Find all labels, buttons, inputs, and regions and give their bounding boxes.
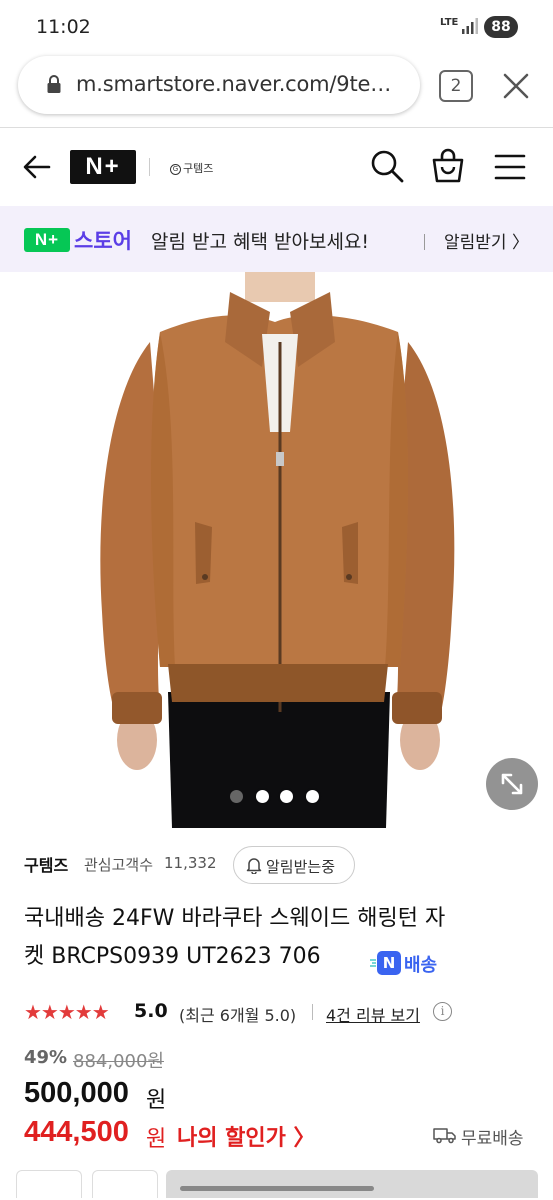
notification-toggle-button[interactable]: 알림받는중	[233, 846, 355, 884]
carousel-dot[interactable]	[280, 790, 293, 803]
battery-indicator: 88	[484, 16, 518, 38]
expand-icon	[501, 773, 523, 795]
search-icon[interactable]	[370, 149, 404, 183]
purchase-button[interactable]	[166, 1170, 538, 1198]
divider	[149, 158, 150, 176]
sale-price: 500,000	[24, 1077, 129, 1109]
badge-text: N+	[34, 230, 60, 249]
network-type: LTE	[440, 17, 459, 28]
bottom-action-button[interactable]	[92, 1170, 158, 1198]
brand-name: 구템즈	[183, 162, 214, 175]
speed-lines-icon	[370, 959, 376, 967]
notification-banner[interactable]: N+ 스토어 알림 받고 혜택 받아보세요! 알림받기 〉	[0, 206, 553, 272]
divider	[312, 1004, 313, 1020]
star-rating: ★★★★★	[24, 1000, 110, 1024]
recent-rating: (최근 6개월 5.0)	[179, 1006, 297, 1025]
address-bar[interactable]: m.smartstore.naver.com/9te…	[18, 56, 420, 114]
seller-name[interactable]: 구템즈	[24, 852, 68, 876]
shopping-bag-icon[interactable]	[431, 148, 465, 184]
status-bar: 11:02 LTE 88	[0, 0, 553, 56]
banner-message: 알림 받고 혜택 받아보세요!	[151, 231, 370, 253]
back-arrow-icon[interactable]	[22, 152, 52, 182]
naver-plus-logo[interactable]: N+	[70, 150, 136, 184]
url-text: m.smartstore.naver.com/9te…	[76, 72, 392, 96]
delivery-badge-label: 배송	[404, 955, 438, 976]
product-title-line: 국내배송 24FW 바라쿠타 스웨이드 해링턴 자	[24, 906, 446, 931]
carousel-dot[interactable]	[230, 790, 243, 803]
notification-toggle-label: 알림받는중	[266, 858, 336, 876]
truck-icon	[433, 1128, 456, 1144]
get-notifications-link[interactable]: 알림받기 〉	[444, 228, 529, 253]
discount-rate: 49%	[24, 1047, 68, 1068]
product-image-carousel[interactable]	[0, 272, 553, 828]
product-photo	[100, 272, 455, 828]
bell-icon	[246, 858, 262, 874]
product-title-line: 켓 BRCPS0939 UT2623 706	[24, 944, 321, 969]
original-price: 884,000원	[73, 1051, 164, 1072]
hamburger-menu-icon[interactable]	[494, 153, 526, 181]
n-delivery-icon: N	[377, 951, 401, 975]
carousel-indicator	[230, 790, 330, 806]
member-price: 444,500	[24, 1116, 129, 1148]
naver-plus-badge: N+	[24, 228, 70, 252]
brand-mark-icon: G	[170, 163, 181, 175]
divider	[424, 234, 425, 250]
carousel-dot[interactable]	[306, 790, 319, 803]
brand-logo[interactable]: G 구템즈	[170, 160, 213, 176]
info-icon[interactable]: i	[433, 1002, 452, 1021]
rating-row: ★★★★★ 5.0 (최근 6개월 5.0) 4건 리뷰 보기 i	[24, 999, 544, 1025]
interest-label: 관심고객수	[84, 856, 154, 874]
gesture-home-bar[interactable]	[180, 1186, 374, 1191]
tab-switcher-button[interactable]: 2	[439, 70, 473, 102]
lock-icon	[47, 75, 61, 93]
rating-score: 5.0	[134, 1000, 168, 1022]
expand-image-button[interactable]	[486, 758, 538, 810]
store-label: 스토어	[74, 229, 132, 253]
shipping-label: 무료배송	[461, 1129, 524, 1149]
my-discount-price-link[interactable]: 나의 할인가 〉	[177, 1120, 316, 1152]
interest-count: 11,332	[164, 854, 217, 872]
bottom-action-bar	[0, 1168, 553, 1200]
member-price-unit: 원	[146, 1127, 167, 1152]
signal-icon	[462, 18, 478, 34]
sale-price-unit: 원	[146, 1088, 167, 1113]
status-time: 11:02	[36, 16, 91, 38]
product-title: 국내배송 24FW 바라쿠타 스웨이드 해링턴 자 켓 BRCPS0939 UT…	[24, 900, 534, 976]
site-header: N+ G 구템즈	[0, 128, 553, 206]
close-icon[interactable]	[500, 70, 532, 102]
carousel-dot[interactable]	[256, 790, 269, 803]
view-reviews-link[interactable]: 4건 리뷰 보기	[326, 1002, 420, 1026]
bottom-action-button[interactable]	[16, 1170, 82, 1198]
